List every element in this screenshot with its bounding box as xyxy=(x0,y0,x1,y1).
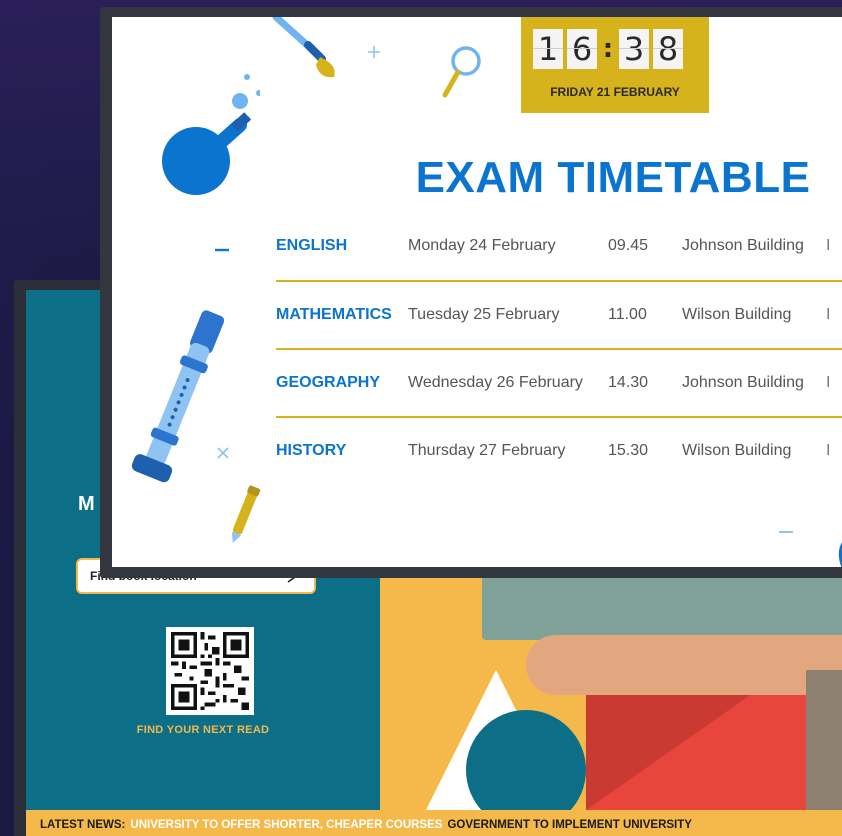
table-row: HISTORY Thursday 27 February 15.30 Wilso… xyxy=(276,442,842,508)
exam-building: Johnson Building xyxy=(682,374,804,391)
exam-extra: I xyxy=(826,442,831,459)
exam-display-content: 1 6 : 3 8 FRIDAY 21 FEBRUARY EXAM TIMETA… xyxy=(112,17,842,567)
exam-day: Wednesday 26 February xyxy=(408,374,583,391)
paintbrush-icon xyxy=(272,17,335,78)
qr-code-icon xyxy=(171,632,249,710)
exam-extra: I xyxy=(826,306,831,323)
clock-date: FRIDAY 21 FEBRUARY xyxy=(550,85,680,99)
exam-subject: HISTORY xyxy=(276,442,347,459)
panel-heading: M xyxy=(78,493,95,515)
table-row: ENGLISH Monday 24 February 09.45 Johnson… xyxy=(276,237,842,303)
clock-digit: 3 xyxy=(619,29,649,69)
exam-subject: ENGLISH xyxy=(276,237,348,254)
exam-day: Thursday 27 February xyxy=(408,442,566,459)
clock-digit: 1 xyxy=(533,29,563,69)
recorder-icon xyxy=(131,310,225,483)
table-row: GEOGRAPHY Wednesday 26 February 14.30 Jo… xyxy=(276,374,842,440)
clock-widget: 1 6 : 3 8 FRIDAY 21 FEBRUARY xyxy=(521,17,709,113)
row-divider xyxy=(276,416,842,418)
cross-icon xyxy=(217,447,229,459)
clock-digit: 6 xyxy=(567,29,597,69)
exam-day: Monday 24 February xyxy=(408,237,556,254)
exam-time: 15.30 xyxy=(608,442,649,459)
exam-day: Tuesday 25 February xyxy=(408,306,560,323)
plus-icon xyxy=(368,46,380,58)
exam-display-screen: 1 6 : 3 8 FRIDAY 21 FEBRUARY EXAM TIMETA… xyxy=(100,7,842,578)
exam-building: Wilson Building xyxy=(682,442,792,459)
row-divider xyxy=(276,280,842,282)
exam-time: 11.00 xyxy=(608,306,647,323)
exam-subject: GEOGRAPHY xyxy=(276,374,381,391)
table-row: MATHEMATICS Tuesday 25 February 11.00 Wi… xyxy=(276,306,842,372)
pen-icon xyxy=(231,485,261,543)
ticker-item: UNIVERSITY TO OFFER SHORTER, CHEAPER COU… xyxy=(130,819,443,831)
minus-icon xyxy=(779,531,793,533)
clock-separator: : xyxy=(602,34,614,64)
exam-building: Wilson Building xyxy=(682,306,792,323)
exam-time: 09.45 xyxy=(608,237,649,254)
exam-subject: MATHEMATICS xyxy=(276,306,392,323)
qr-code[interactable] xyxy=(166,627,254,715)
flask-icon xyxy=(838,542,842,567)
page-title: EXAM TIMETABLE xyxy=(415,153,811,202)
exam-extra: I xyxy=(826,374,831,391)
news-ticker: LATEST NEWS: UNIVERSITY TO OFFER SHORTER… xyxy=(26,810,842,836)
exam-building: Johnson Building xyxy=(682,237,804,254)
hand-holding-book xyxy=(526,635,842,695)
sweater-sleeve xyxy=(806,670,842,810)
exam-extra: I xyxy=(826,237,831,254)
minus-icon xyxy=(215,248,229,252)
clock-digit: 8 xyxy=(653,29,683,69)
qr-caption: FIND YOUR NEXT READ xyxy=(136,724,270,736)
ticker-item: GOVERNMENT TO IMPLEMENT UNIVERSITY xyxy=(447,819,692,831)
clock-digits: 1 6 : 3 8 xyxy=(533,29,687,69)
ticker-label: LATEST NEWS: xyxy=(40,819,126,831)
magnifier-icon xyxy=(442,46,481,98)
row-divider xyxy=(276,348,842,350)
exam-time: 14.30 xyxy=(608,374,649,391)
